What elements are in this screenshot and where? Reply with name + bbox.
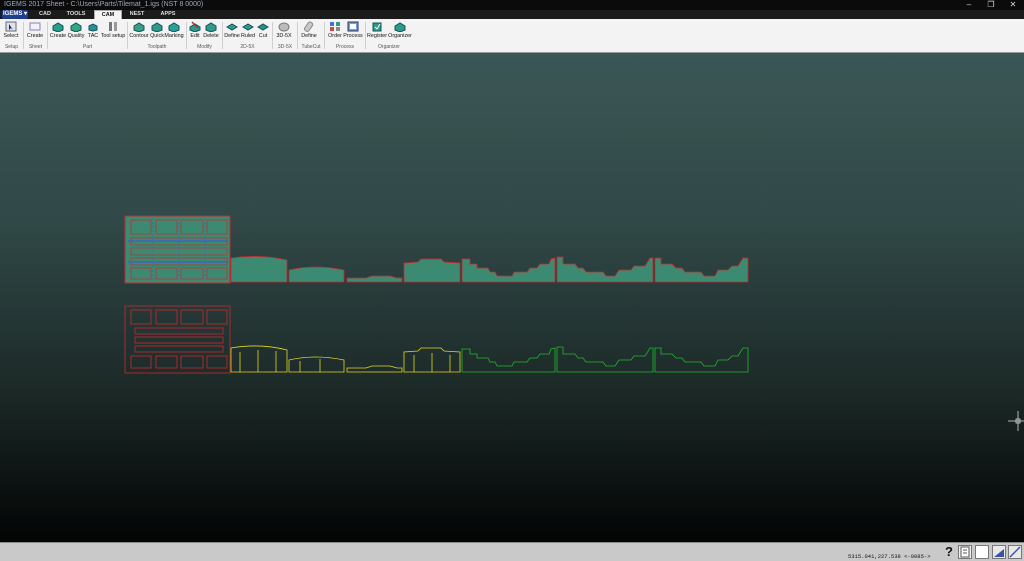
quick-icon [151, 21, 163, 33]
group-sheet: Sheet [28, 44, 43, 50]
help-button[interactable]: ? [942, 545, 956, 559]
nested-parts-filled [124, 215, 749, 284]
crosshair-cursor-icon [1008, 411, 1024, 431]
quality-button[interactable]: Quality [67, 20, 85, 42]
group-2d5x: 2D-5X [240, 44, 255, 50]
marking-button[interactable]: Marking [164, 20, 184, 42]
group-toolpath: Toolpath [147, 44, 167, 50]
window-controls: – ❐ ✕ [958, 0, 1024, 10]
arch-outlines-yellow[interactable] [230, 345, 461, 373]
group-tubecut: TubeCut [301, 44, 321, 50]
tab-nest[interactable]: NEST [124, 10, 150, 19]
ribbon-tab-bar: IGEMS ▾ CAD TOOLS CAM NEST APPS [0, 10, 1024, 19]
register-button[interactable]: Register [367, 20, 387, 42]
group-part: Part [82, 44, 93, 50]
create-sheet-button[interactable]: Create [26, 20, 44, 42]
tool-setup-button[interactable]: Tool setup [101, 20, 125, 42]
tab-tools[interactable]: TOOLS [60, 10, 92, 19]
organizer-button[interactable]: Organizer [388, 20, 412, 42]
organizer-icon [394, 21, 406, 33]
contour-button[interactable]: Contour [129, 20, 149, 42]
profile-part-1-filled[interactable] [461, 257, 556, 283]
profile-part-2-filled[interactable] [556, 256, 654, 283]
profile-part-3-filled[interactable] [654, 257, 749, 283]
tube-icon [303, 21, 315, 32]
minimize-button[interactable]: – [958, 0, 980, 10]
edit-icon [189, 21, 201, 33]
flat-part-filled[interactable] [346, 275, 403, 283]
block-part-filled[interactable] [403, 258, 461, 283]
select-button[interactable]: Select [3, 20, 19, 42]
tac-icon [87, 21, 99, 32]
window-title: IGEMS 2017 Sheet - C:\Users\Parts\Tilema… [4, 1, 204, 8]
tab-cad[interactable]: CAD [32, 10, 58, 19]
tac-button[interactable]: TAC [87, 20, 99, 42]
3d-icon [278, 21, 290, 32]
delete-icon [205, 21, 217, 33]
document-icon[interactable] [958, 545, 972, 559]
tab-apps[interactable]: APPS [154, 10, 182, 19]
snap-line-icon[interactable] [1008, 545, 1022, 559]
drawing-canvas[interactable] [0, 53, 1024, 542]
process-icon [347, 21, 359, 32]
order-icon [329, 21, 341, 32]
status-bar: 5315.041,227.538 <-0085-> ? [0, 542, 1024, 561]
frame-part-filled[interactable] [124, 215, 231, 284]
select-icon [5, 21, 17, 32]
close-button[interactable]: ✕ [1002, 0, 1024, 10]
ribbon: Select Create Create Quality TAC Tool se… [0, 19, 1024, 53]
ruled-icon [242, 21, 254, 32]
group-3d5x: 3D-5X [277, 44, 293, 50]
group-modify: Modify [197, 44, 212, 50]
define-tubecut-button[interactable]: Define [300, 20, 318, 42]
group-organizer: Organizer [378, 44, 400, 50]
contour-icon [133, 21, 145, 33]
frame-part-outline[interactable] [124, 305, 231, 374]
define-2d5x-button[interactable]: Define [224, 20, 240, 42]
tab-cam[interactable]: CAM [94, 10, 122, 19]
quick-button[interactable]: Quick [150, 20, 164, 42]
3d-5x-button[interactable]: 3D-5X [275, 20, 293, 42]
ruled-button[interactable]: Ruled [241, 20, 255, 42]
delete-button[interactable]: Delete [203, 20, 219, 42]
edit-button[interactable]: Edit [188, 20, 202, 42]
sheet-icon [29, 21, 41, 32]
tool-icon [107, 21, 119, 32]
process-button[interactable]: Process [343, 20, 363, 42]
arch-part-1-filled[interactable] [230, 256, 288, 283]
nested-parts-outlines [124, 305, 749, 374]
cut-icon [257, 21, 269, 32]
cursor-coordinates: 5315.041,227.538 <-0085-> [848, 553, 931, 560]
profile-outlines-green[interactable] [461, 346, 749, 373]
register-icon [371, 21, 383, 32]
restore-button[interactable]: ❐ [980, 0, 1002, 10]
angle-tool-icon[interactable] [992, 545, 1006, 559]
part-icon [52, 21, 64, 33]
order-button[interactable]: Order [327, 20, 343, 42]
quality-icon [70, 21, 82, 33]
arch-part-2-filled[interactable] [288, 266, 345, 283]
group-setup: Setup [4, 44, 19, 50]
app-menu-button[interactable]: IGEMS ▾ [2, 10, 28, 19]
create-part-button[interactable]: Create [50, 20, 66, 42]
define-icon [226, 21, 238, 32]
group-process: Process [335, 44, 355, 50]
cut-button[interactable]: Cut [257, 20, 269, 42]
marking-icon [168, 21, 180, 33]
cad-drawing [124, 215, 1024, 431]
white-square-icon[interactable] [975, 545, 989, 559]
